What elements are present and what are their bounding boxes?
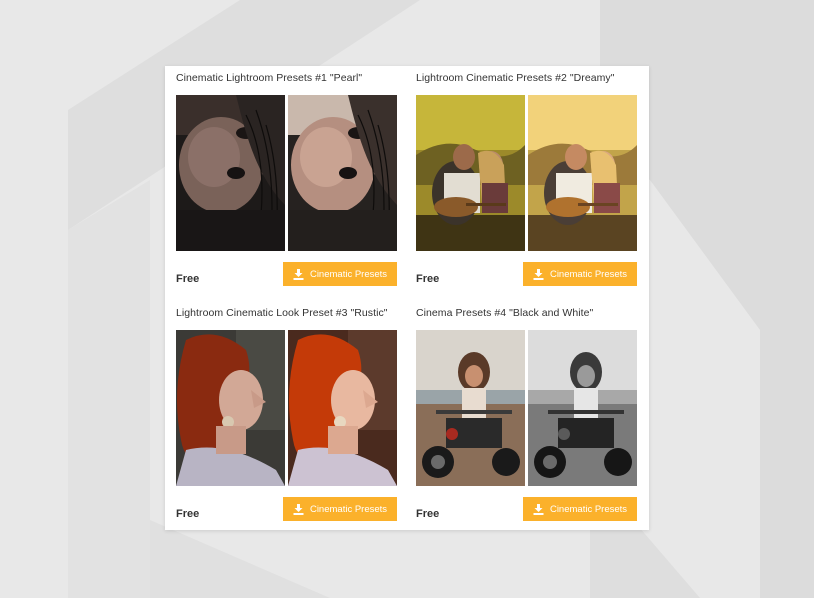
preset-title: Lightroom Cinematic Presets #2 "Dreamy"	[416, 72, 615, 84]
download-button[interactable]: Cinematic Presets	[523, 497, 637, 521]
after-photo	[288, 95, 397, 251]
price-label: Free	[416, 273, 440, 285]
download-button-label: Cinematic Presets	[309, 268, 388, 280]
page-background: Cinematic Lightroom Presets #1 "Pearl" F…	[0, 0, 814, 598]
download-icon	[293, 268, 304, 280]
after-photo	[288, 330, 397, 486]
download-button-label: Cinematic Presets	[549, 268, 628, 280]
before-after-photos	[416, 95, 637, 251]
after-photo	[528, 95, 637, 251]
before-after-photos	[176, 330, 397, 486]
before-after-photos	[416, 330, 637, 486]
download-icon	[293, 503, 304, 515]
preset-title: Lightroom Cinematic Look Preset #3 "Rust…	[176, 307, 388, 319]
download-icon	[533, 503, 544, 515]
preset-title: Cinematic Lightroom Presets #1 "Pearl"	[176, 72, 363, 84]
preset-title: Cinema Presets #4 "Black and White"	[416, 307, 594, 319]
download-button[interactable]: Cinematic Presets	[283, 262, 397, 286]
before-after-photos	[176, 95, 397, 251]
download-icon	[533, 268, 544, 280]
download-button-label: Cinematic Presets	[549, 503, 628, 515]
price-label: Free	[176, 273, 200, 285]
download-button-label: Cinematic Presets	[309, 503, 388, 515]
price-label: Free	[176, 508, 200, 520]
before-photo	[416, 330, 525, 486]
before-photo	[416, 95, 525, 251]
presets-card: Cinematic Lightroom Presets #1 "Pearl" F…	[165, 66, 649, 530]
download-button[interactable]: Cinematic Presets	[523, 262, 637, 286]
before-photo	[176, 330, 285, 486]
after-photo	[528, 330, 637, 486]
price-label: Free	[416, 508, 440, 520]
before-photo	[176, 95, 285, 251]
download-button[interactable]: Cinematic Presets	[283, 497, 397, 521]
